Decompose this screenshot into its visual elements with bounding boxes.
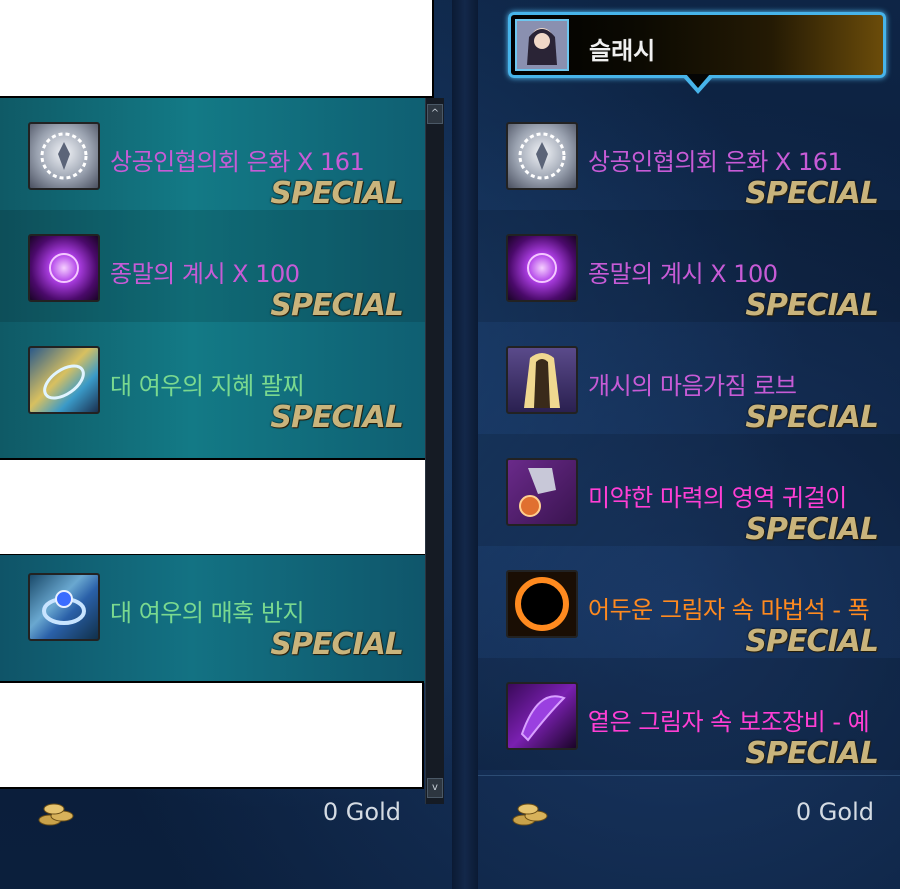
list-item[interactable]: 대 여우의 매혹 반지 SPECIAL: [0, 555, 425, 667]
list-item[interactable]: 상공인협의회 은화 X 161 SPECIAL: [0, 98, 425, 211]
redacted-box-middle: [0, 458, 432, 556]
item-name: 상공인협의회 은화 X 161: [110, 148, 365, 176]
special-label: SPECIAL: [270, 400, 404, 435]
special-label: SPECIAL: [270, 627, 404, 662]
left-item-list: 상공인협의회 은화 X 161 SPECIAL 종말의 계시 X 100 SPE…: [0, 98, 425, 460]
redacted-box-bottom: [0, 681, 424, 789]
robe-icon: [506, 346, 578, 414]
left-gold-row: 0 Gold: [0, 792, 425, 836]
special-label: SPECIAL: [745, 288, 879, 323]
special-label: SPECIAL: [745, 736, 879, 771]
right-item-list: 상공인협의회 은화 X 161 SPECIAL 종말의 계시 X 100 SPE…: [478, 0, 900, 889]
special-label: SPECIAL: [745, 176, 879, 211]
special-label: SPECIAL: [270, 288, 404, 323]
ring-icon: [28, 573, 100, 641]
list-separator: [478, 775, 900, 776]
gold-coins-icon: [36, 800, 76, 828]
silver-coin-icon: [28, 122, 100, 190]
list-item[interactable]: 미약한 마력의 영역 귀걸이 SPECIAL: [478, 434, 900, 547]
item-name: 대 여우의 매혹 반지: [110, 599, 305, 627]
panel-divider: [452, 0, 478, 889]
scroll-down-button[interactable]: v: [427, 778, 443, 798]
gold-amount: 0 Gold: [795, 798, 874, 826]
item-name: 종말의 계시 X 100: [110, 260, 300, 288]
list-item[interactable]: 옅은 그림자 속 보조장비 - 예 SPECIAL: [478, 658, 900, 771]
redacted-box-top: [0, 0, 434, 98]
right-gold-row: 0 Gold: [478, 792, 900, 836]
list-item[interactable]: 개시의 마음가짐 로브 SPECIAL: [478, 322, 900, 435]
list-item[interactable]: 상공인협의회 은화 X 161 SPECIAL: [478, 98, 900, 211]
list-item[interactable]: 종말의 계시 X 100 SPECIAL: [0, 210, 425, 323]
special-label: SPECIAL: [745, 400, 879, 435]
special-label: SPECIAL: [745, 624, 879, 659]
dark-ring-icon: [506, 570, 578, 638]
silver-coin-icon: [506, 122, 578, 190]
special-label: SPECIAL: [745, 512, 879, 547]
scroll-up-button[interactable]: ^: [427, 104, 443, 124]
gold-coins-icon: [510, 800, 550, 828]
item-name: 대 여우의 지혜 팔찌: [110, 372, 305, 400]
list-item[interactable]: 대 여우의 지혜 팔찌 SPECIAL: [0, 322, 425, 435]
left-item-list-lower: 대 여우의 매혹 반지 SPECIAL: [0, 555, 425, 683]
item-name: 상공인협의회 은화 X 161: [588, 148, 843, 176]
item-name: 종말의 계시 X 100: [588, 260, 778, 288]
item-name: 어두운 그림자 속 마법석 - 폭: [588, 596, 870, 624]
purple-orb-icon: [28, 234, 100, 302]
list-item[interactable]: 종말의 계시 X 100 SPECIAL: [478, 210, 900, 323]
gold-amount: 0 Gold: [322, 798, 401, 826]
bracelet-icon: [28, 346, 100, 414]
earring-icon: [506, 458, 578, 526]
special-label: SPECIAL: [270, 176, 404, 211]
list-item[interactable]: 어두운 그림자 속 마법석 - 폭 SPECIAL: [478, 546, 900, 659]
purple-orb-icon: [506, 234, 578, 302]
item-name: 미약한 마력의 영역 귀걸이: [588, 484, 847, 512]
item-name: 개시의 마음가짐 로브: [588, 372, 797, 400]
item-name: 옅은 그림자 속 보조장비 - 예: [588, 708, 870, 736]
scrollbar[interactable]: ^ v: [425, 98, 444, 804]
shadow-gem-icon: [506, 682, 578, 750]
